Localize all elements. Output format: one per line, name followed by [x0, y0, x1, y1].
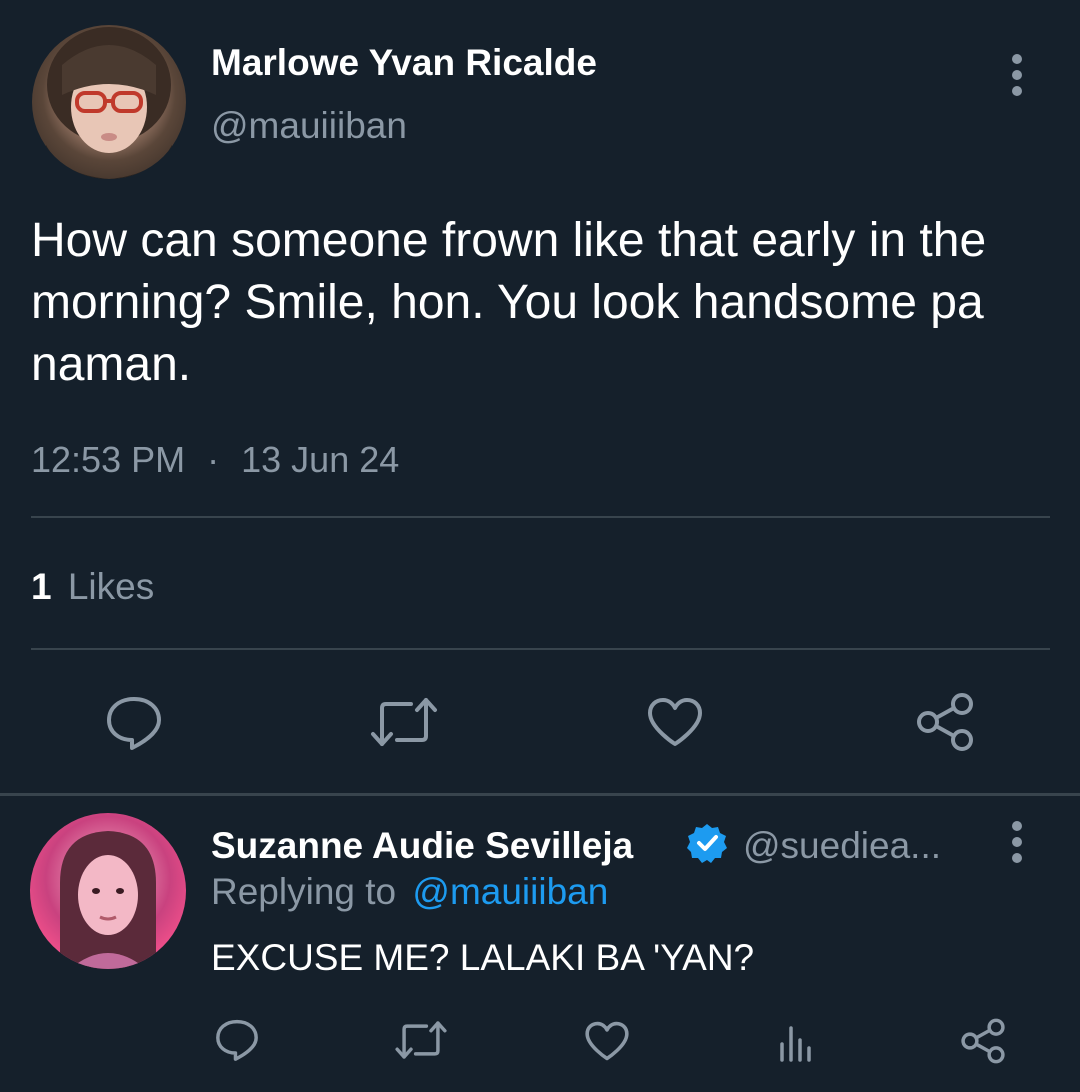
replying-to: Replying to @mauiiiban [211, 869, 608, 915]
reply-icon[interactable] [214, 1017, 260, 1063]
retweet-icon[interactable] [394, 1020, 448, 1060]
more-options-icon[interactable] [999, 50, 1035, 100]
tweet-date: 13 Jun 24 [241, 439, 400, 480]
reply-author-name[interactable]: Suzanne Audie Sevilleja [211, 823, 633, 869]
like-icon[interactable] [646, 696, 704, 748]
divider [31, 516, 1050, 518]
likes-label: Likes [67, 566, 155, 607]
reply-icon[interactable] [104, 694, 164, 752]
section-divider [0, 793, 1080, 796]
author-name[interactable]: Marlowe Yvan Ricalde [211, 40, 597, 86]
tweet-time: 12:53 PM [31, 439, 186, 480]
more-options-icon[interactable] [999, 817, 1035, 867]
retweet-icon[interactable] [369, 696, 439, 748]
views-icon[interactable] [776, 1022, 816, 1062]
replying-to-mention[interactable]: @mauiiiban [412, 871, 608, 912]
likes-stat[interactable]: 1 Likes [31, 564, 154, 610]
reply-author-handle[interactable]: @suediea... [743, 823, 941, 869]
share-icon[interactable] [915, 692, 975, 752]
reply-author-avatar[interactable] [30, 813, 186, 969]
reply-text: EXCUSE ME? LALAKI BA 'YAN? [211, 937, 755, 978]
author-handle[interactable]: @mauiiiban [211, 103, 407, 149]
replying-prefix: Replying to [211, 871, 397, 912]
main-tweet: Marlowe Yvan Ricalde @mauiiiban How can … [0, 0, 1080, 796]
tweet-timestamp[interactable]: 12:53 PM · 13 Jun 24 [31, 437, 399, 483]
divider [31, 648, 1050, 650]
like-icon[interactable] [584, 1020, 630, 1062]
timestamp-separator: · [207, 439, 220, 480]
likes-count: 1 [31, 566, 52, 607]
tweet-text: How can someone frown like that early in… [31, 214, 987, 391]
share-icon[interactable] [960, 1018, 1006, 1064]
author-avatar[interactable] [32, 25, 186, 179]
verified-badge-icon [686, 822, 728, 864]
